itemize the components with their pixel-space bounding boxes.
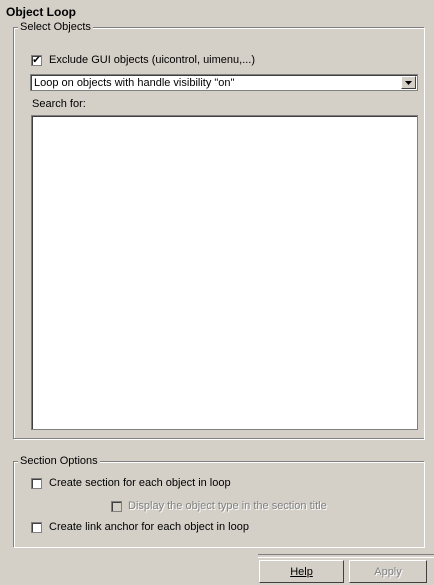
search-label: Search for: [32,98,86,110]
create-section-checkbox[interactable]: Create section for each object in loop [31,477,331,491]
dropdown-arrow-icon [405,80,412,85]
create-anchor-label: Create link anchor for each object in lo… [49,521,249,533]
exclude-gui-label: Exclude GUI objects (uicontrol, uimenu,.… [49,54,256,66]
loop-dropdown-value: Loop on objects with handle visibility "… [34,77,235,89]
dropdown-arrow-button[interactable] [401,76,416,89]
display-type-checkbox-box[interactable] [111,501,122,512]
search-results-list[interactable] [31,115,418,430]
create-anchor-checkbox-box[interactable] [31,522,42,533]
section-options-legend: Section Options [18,455,100,468]
select-objects-legend: Select Objects [18,21,93,34]
help-button-label: Help [290,565,313,578]
bottom-separator [258,554,434,558]
panel-title: Object Loop [6,5,76,19]
create-anchor-checkbox[interactable]: Create link anchor for each object in lo… [31,521,331,535]
exclude-gui-checkbox-box[interactable]: ✔ [31,55,42,66]
exclude-gui-checkbox[interactable]: ✔ Exclude GUI objects (uicontrol, uimenu… [31,54,331,68]
display-type-checkbox[interactable]: Display the object type in the section t… [111,500,371,514]
display-type-label: Display the object type in the section t… [128,500,327,512]
apply-button-label: Apply [374,565,402,578]
create-section-label: Create section for each object in loop [49,477,231,489]
check-icon: ✔ [32,54,41,66]
loop-dropdown[interactable]: Loop on objects with handle visibility "… [30,74,418,91]
create-section-checkbox-box[interactable] [31,478,42,489]
help-button[interactable]: Help [259,560,344,583]
apply-button[interactable]: Apply [349,560,427,583]
